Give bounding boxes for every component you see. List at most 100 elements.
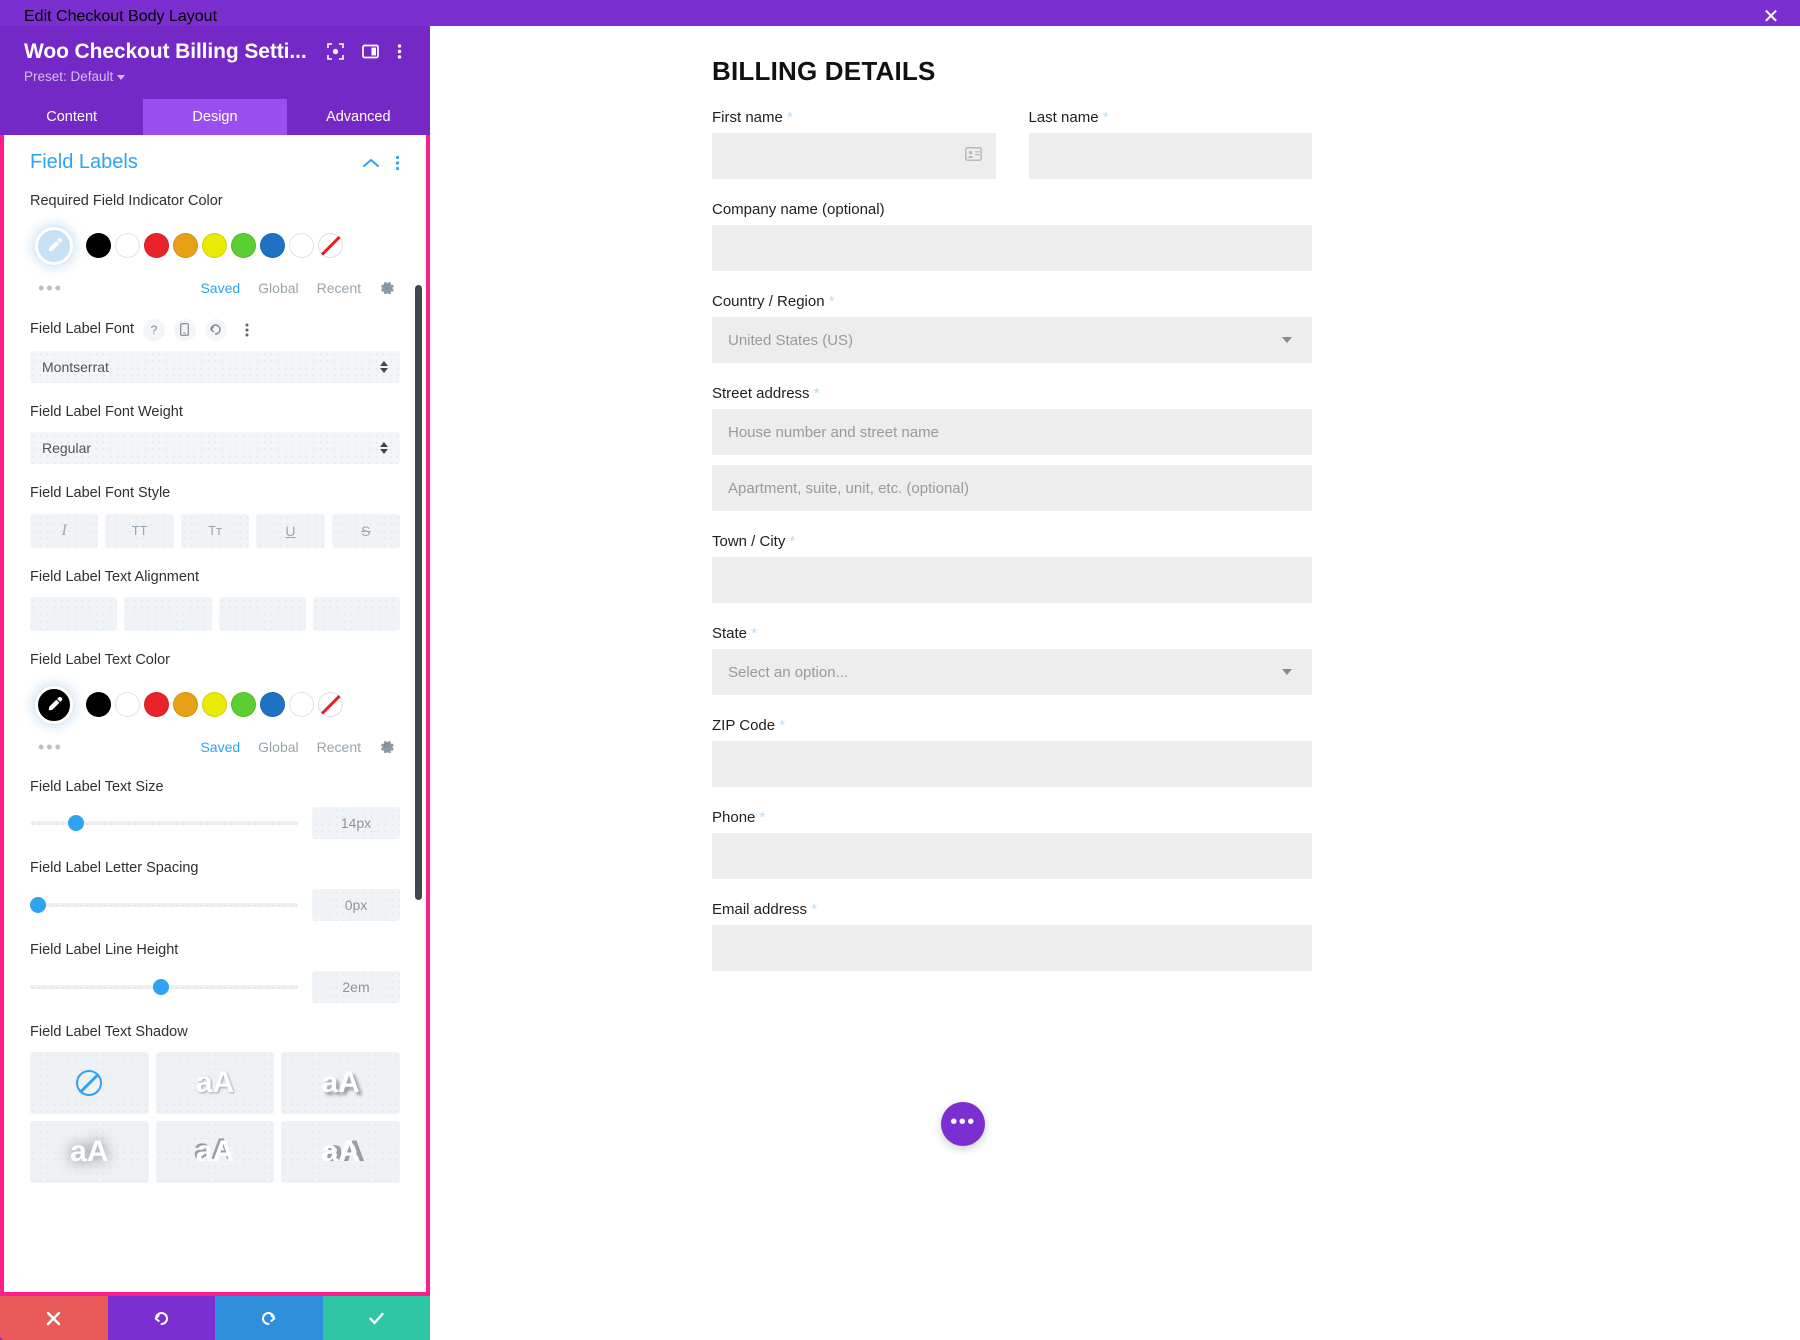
floating-more-button[interactable]: •••	[941, 1102, 985, 1146]
undo-button[interactable]	[107, 1296, 215, 1340]
link-global[interactable]: Global	[258, 280, 298, 296]
color-more-dots[interactable]: •••	[30, 737, 63, 758]
smallcaps-button[interactable]: Tᴛ	[180, 513, 250, 548]
text-shadow-preset-4-button[interactable]: aA	[155, 1121, 275, 1184]
text-shadow-preset-1-button[interactable]: aA	[155, 1052, 275, 1115]
panel-scrollbar[interactable]	[415, 285, 422, 900]
label-text: Country / Region	[712, 293, 825, 310]
link-recent[interactable]: Recent	[317, 280, 361, 296]
underline-button[interactable]: U	[256, 513, 325, 548]
required-indicator: *	[809, 385, 820, 402]
text-shadow-none-button[interactable]	[30, 1052, 149, 1115]
checkout-preview: BILLING DETAILS First name * Last name *	[430, 26, 1800, 1340]
swatch-white-2[interactable]	[289, 233, 314, 259]
link-global[interactable]: Global	[258, 739, 298, 755]
link-saved[interactable]: Saved	[200, 739, 240, 755]
swatch-red[interactable]	[144, 692, 169, 718]
align-left-icon[interactable]	[30, 597, 118, 632]
field-phone: Phone *	[712, 809, 1312, 879]
reset-icon[interactable]	[204, 318, 227, 341]
swatch-none[interactable]	[318, 692, 343, 718]
swatch-orange[interactable]	[173, 692, 198, 718]
text-shadow-preset-2-button[interactable]: aA	[281, 1052, 400, 1115]
town-city-input[interactable]	[712, 557, 1312, 603]
swatch-yellow[interactable]	[202, 692, 227, 718]
contact-card-icon[interactable]	[964, 147, 982, 165]
swatch-green[interactable]	[231, 692, 256, 718]
phone-input[interactable]	[712, 833, 1312, 879]
gear-icon[interactable]	[379, 279, 394, 297]
align-right-icon[interactable]	[218, 597, 306, 632]
line-height-value[interactable]: 2em	[312, 970, 400, 1003]
text-size-slider[interactable]	[30, 813, 298, 833]
layout-panel-icon[interactable]	[362, 43, 379, 60]
redo-button[interactable]	[215, 1296, 323, 1340]
cancel-button[interactable]	[0, 1296, 108, 1340]
swatch-red[interactable]	[144, 233, 169, 259]
font-more-vertical-icon[interactable]	[236, 319, 258, 341]
first-name-input[interactable]	[712, 133, 996, 179]
gear-icon[interactable]	[379, 738, 394, 756]
module-title: Woo Checkout Billing Setti...	[24, 40, 307, 63]
save-button[interactable]	[322, 1296, 430, 1340]
control-font-weight: Field Label Font Weight Regular	[30, 403, 400, 465]
swatch-blue[interactable]	[260, 233, 285, 259]
control-label: Field Label Font	[30, 320, 134, 337]
email-address-input[interactable]	[712, 925, 1312, 971]
swatch-yellow[interactable]	[202, 233, 227, 259]
color-picker-button[interactable]	[30, 681, 78, 729]
slider-knob[interactable]	[153, 978, 170, 995]
preset-selector[interactable]: Preset: Default	[24, 69, 412, 84]
strikethrough-button[interactable]: S	[331, 513, 401, 548]
required-indicator: *	[785, 533, 796, 550]
address-line-2-input[interactable]: Apartment, suite, unit, etc. (optional)	[712, 465, 1312, 511]
section-more-vertical-icon[interactable]	[395, 155, 400, 171]
country-region-select[interactable]: United States (US)	[712, 317, 1312, 363]
chevron-up-icon[interactable]	[363, 158, 379, 168]
preset-sample: aA	[70, 1135, 109, 1169]
mobile-icon[interactable]	[173, 318, 196, 341]
align-center-icon[interactable]	[124, 597, 212, 632]
letter-spacing-slider[interactable]	[30, 895, 298, 915]
section-title: Field Labels	[30, 151, 138, 173]
last-name-input[interactable]	[1028, 133, 1312, 179]
link-saved[interactable]: Saved	[200, 280, 240, 296]
help-icon[interactable]: ?	[142, 318, 165, 341]
color-picker-button[interactable]	[30, 222, 78, 270]
tab-content[interactable]: Content	[0, 99, 144, 135]
swatch-black[interactable]	[86, 233, 111, 259]
tab-design[interactable]: Design	[143, 99, 287, 135]
street-address-input[interactable]: House number and street name	[712, 409, 1312, 455]
swatch-orange[interactable]	[173, 233, 198, 259]
text-shadow-preset-3-button[interactable]: aA	[30, 1121, 149, 1184]
letter-spacing-value[interactable]: 0px	[312, 888, 400, 921]
slider-knob[interactable]	[30, 896, 46, 913]
state-select[interactable]: Select an option...	[712, 649, 1312, 695]
more-vertical-icon[interactable]	[397, 43, 402, 60]
text-size-value[interactable]: 14px	[312, 807, 400, 840]
swatch-white[interactable]	[115, 233, 140, 259]
required-indicator: *	[782, 109, 793, 126]
uppercase-button[interactable]: TT	[105, 513, 174, 548]
field-company-name: Company name (optional)	[712, 201, 1312, 271]
swatch-none[interactable]	[318, 233, 343, 259]
link-recent[interactable]: Recent	[317, 739, 361, 755]
italic-button[interactable]: I	[30, 513, 99, 548]
slider-knob[interactable]	[67, 815, 84, 832]
color-more-dots[interactable]: •••	[30, 278, 63, 299]
focus-icon[interactable]	[327, 43, 344, 60]
field-address-line-2: Apartment, suite, unit, etc. (optional)	[712, 465, 1312, 511]
font-family-select[interactable]: Montserrat	[30, 350, 400, 383]
font-weight-select[interactable]: Regular	[30, 432, 400, 465]
align-justify-icon[interactable]	[312, 597, 400, 632]
swatch-black[interactable]	[86, 692, 111, 718]
text-shadow-preset-5-button[interactable]: aA	[281, 1121, 400, 1184]
company-name-input[interactable]	[712, 225, 1312, 271]
line-height-slider[interactable]	[30, 977, 298, 997]
swatch-white[interactable]	[115, 692, 140, 718]
zip-code-input[interactable]	[712, 741, 1312, 787]
swatch-green[interactable]	[231, 233, 256, 259]
swatch-white-2[interactable]	[289, 692, 314, 718]
swatch-blue[interactable]	[260, 692, 285, 718]
tab-advanced[interactable]: Advanced	[286, 99, 430, 135]
